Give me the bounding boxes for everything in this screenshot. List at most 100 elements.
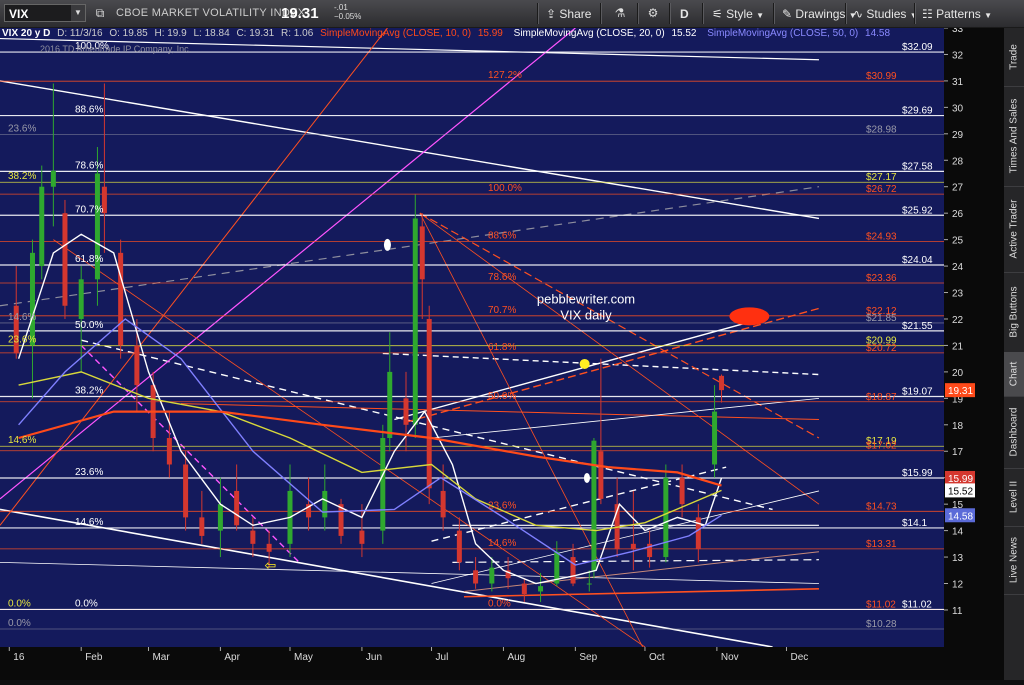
symbol-input[interactable]: VIX ▼	[4, 4, 86, 22]
legend-open: O: 19.85	[109, 28, 148, 39]
watermark-text: pebblewriter.com	[537, 292, 635, 307]
marker-dot	[579, 358, 590, 369]
price-label: $32.09	[902, 42, 933, 53]
y-tick-label: 25	[952, 236, 964, 247]
chevron-down-icon[interactable]: ▼	[71, 5, 85, 21]
fib-percent-label: 14.6%	[8, 435, 36, 446]
y-tick-label: 21	[952, 341, 964, 352]
candle-body	[62, 213, 68, 306]
fib-percent-label: 23.6%	[8, 123, 36, 134]
price-label: $15.99	[902, 468, 933, 479]
price-label: $10.28	[866, 619, 897, 630]
sidebar-item-big-buttons[interactable]: Big Buttons	[1004, 272, 1024, 353]
style-label: Style	[726, 7, 753, 21]
candle-body	[570, 557, 576, 584]
time-axis[interactable]: 16 Feb Mar Apr May Jun Jul Aug Sep Oct Nov Dec	[0, 647, 1004, 680]
sidebar-item-trade[interactable]: Trade	[1004, 28, 1024, 87]
x-tick-label: Oct	[649, 652, 665, 663]
fib-percent-label: 88.6%	[488, 230, 516, 241]
axis-price-value: 19.31	[948, 386, 973, 397]
sidebar-item-active-trader[interactable]: Active Trader	[1004, 186, 1024, 273]
price-label: $17.02	[866, 441, 897, 452]
candle-body	[199, 517, 205, 536]
marker-dot	[383, 238, 391, 251]
chart-legend: VIX 20 y D D: 11/3/16 O: 19.85 H: 19.9 L…	[2, 28, 898, 40]
watermark-text: VIX daily	[560, 308, 612, 323]
share-button[interactable]: ⇪ Share	[546, 4, 591, 24]
candle-body	[387, 371, 393, 439]
price-chart[interactable]: $32.09 $30.99 $29.69 $28.98 $27.58 $27.17$26.…	[0, 28, 944, 647]
chevron-down-icon: ▼	[984, 11, 993, 20]
candle-body	[630, 543, 636, 550]
candle-body	[234, 490, 240, 526]
patterns-button[interactable]: ☷ Patterns ▼	[922, 4, 992, 24]
legend-high: H: 19.9	[154, 28, 187, 39]
sidebar-item-times-and-sales[interactable]: Times And Sales	[1004, 86, 1024, 187]
price-label: $13.31	[866, 539, 897, 550]
sidebar-item-dashboard[interactable]: Dashboard	[1004, 396, 1024, 469]
fib-percent-label: 88.6%	[75, 105, 103, 116]
candle-body	[586, 583, 592, 585]
price-label: $25.92	[902, 205, 933, 216]
symbol-description: CBOE MARKET VOLATILITY INDEX	[116, 7, 306, 19]
toolbar-separator	[702, 3, 704, 24]
candle-body	[183, 464, 189, 518]
studies-icon: ∿	[853, 7, 864, 21]
toolbar-separator	[537, 3, 539, 24]
y-tick-label: 11	[952, 606, 963, 617]
chevron-down-icon: ▼	[756, 11, 765, 20]
y-tick-label: 27	[952, 183, 964, 194]
legend-range: R: 1.06	[281, 28, 314, 39]
trendline	[452, 559, 819, 563]
fib-percent-label: 14.6%	[488, 538, 516, 549]
price-label: $19.07	[902, 386, 933, 397]
y-tick-label: 29	[952, 130, 964, 141]
price-label: $28.98	[866, 124, 897, 135]
legend-sma10: SimpleMovingAvg (CLOSE, 10, 0) 15.99	[320, 28, 507, 39]
sidebar-item-label: Active Trader	[1008, 199, 1020, 259]
pencil-icon: ✎	[782, 7, 793, 21]
fib-percent-label: 70.7%	[488, 305, 516, 316]
legend-sma50: SimpleMovingAvg (CLOSE, 50, 0) 14.58	[707, 28, 894, 39]
fib-percent-label: 70.7%	[75, 204, 103, 215]
fib-percent-label: 0.0%	[488, 598, 511, 609]
price-label: $30.99	[866, 71, 897, 82]
y-tick-label: 22	[952, 315, 964, 326]
price-label: $27.58	[902, 161, 933, 172]
flask-icon[interactable]: ⚗	[612, 5, 628, 21]
share-label: Share	[559, 7, 592, 21]
link-icon[interactable]: ⧉	[92, 5, 108, 21]
trendline	[419, 212, 820, 505]
x-tick-label: Dec	[790, 652, 808, 663]
marker-dot	[583, 472, 590, 483]
patterns-icon: ☷	[922, 7, 933, 21]
candle-body	[29, 252, 35, 346]
candle-body	[663, 477, 669, 558]
sidebar-item-chart[interactable]: Chart	[1004, 352, 1024, 397]
interval-button[interactable]: D	[680, 4, 689, 24]
price-axis[interactable]: 1112131415161718192021222324252627282930…	[944, 24, 1004, 647]
gear-icon[interactable]: ⚙	[645, 5, 661, 21]
price-label: $24.93	[866, 231, 897, 242]
fib-percent-label: 100.0%	[488, 183, 522, 194]
price-label: $18.87	[866, 392, 897, 403]
fib-percent-label: 61.8%	[488, 342, 516, 353]
y-tick-label: 20	[952, 368, 964, 379]
sidebar-item-level-ii[interactable]: Level II	[1004, 468, 1024, 527]
right-sidebar: Trade Times And Sales Active Trader Big …	[1004, 28, 1024, 680]
style-button[interactable]: ⚟ Style ▼	[712, 4, 764, 24]
last-price: 19.31	[281, 5, 319, 22]
candle-body	[412, 218, 418, 425]
candle-body	[322, 490, 328, 518]
x-tick-label: 16	[13, 652, 25, 663]
axis-price-value: 15.99	[948, 474, 973, 485]
time-axis-svg: 16 Feb Mar Apr May Jun Jul Aug Sep Oct Nov Dec	[8, 647, 808, 663]
price-label: $27.17	[866, 172, 897, 183]
candle-body	[403, 398, 409, 425]
sidebar-item-live-news[interactable]: Live News	[1004, 526, 1024, 595]
chart-plot-area[interactable]: $32.09 $30.99 $29.69 $28.98 $27.58 $27.17 $26.…	[0, 28, 944, 647]
studies-button[interactable]: ∿ Studies ▼	[853, 4, 918, 24]
fib-percent-label: 38.2%	[75, 385, 103, 396]
fib-percent-label: 61.8%	[75, 254, 103, 265]
candle-body	[78, 279, 84, 319]
